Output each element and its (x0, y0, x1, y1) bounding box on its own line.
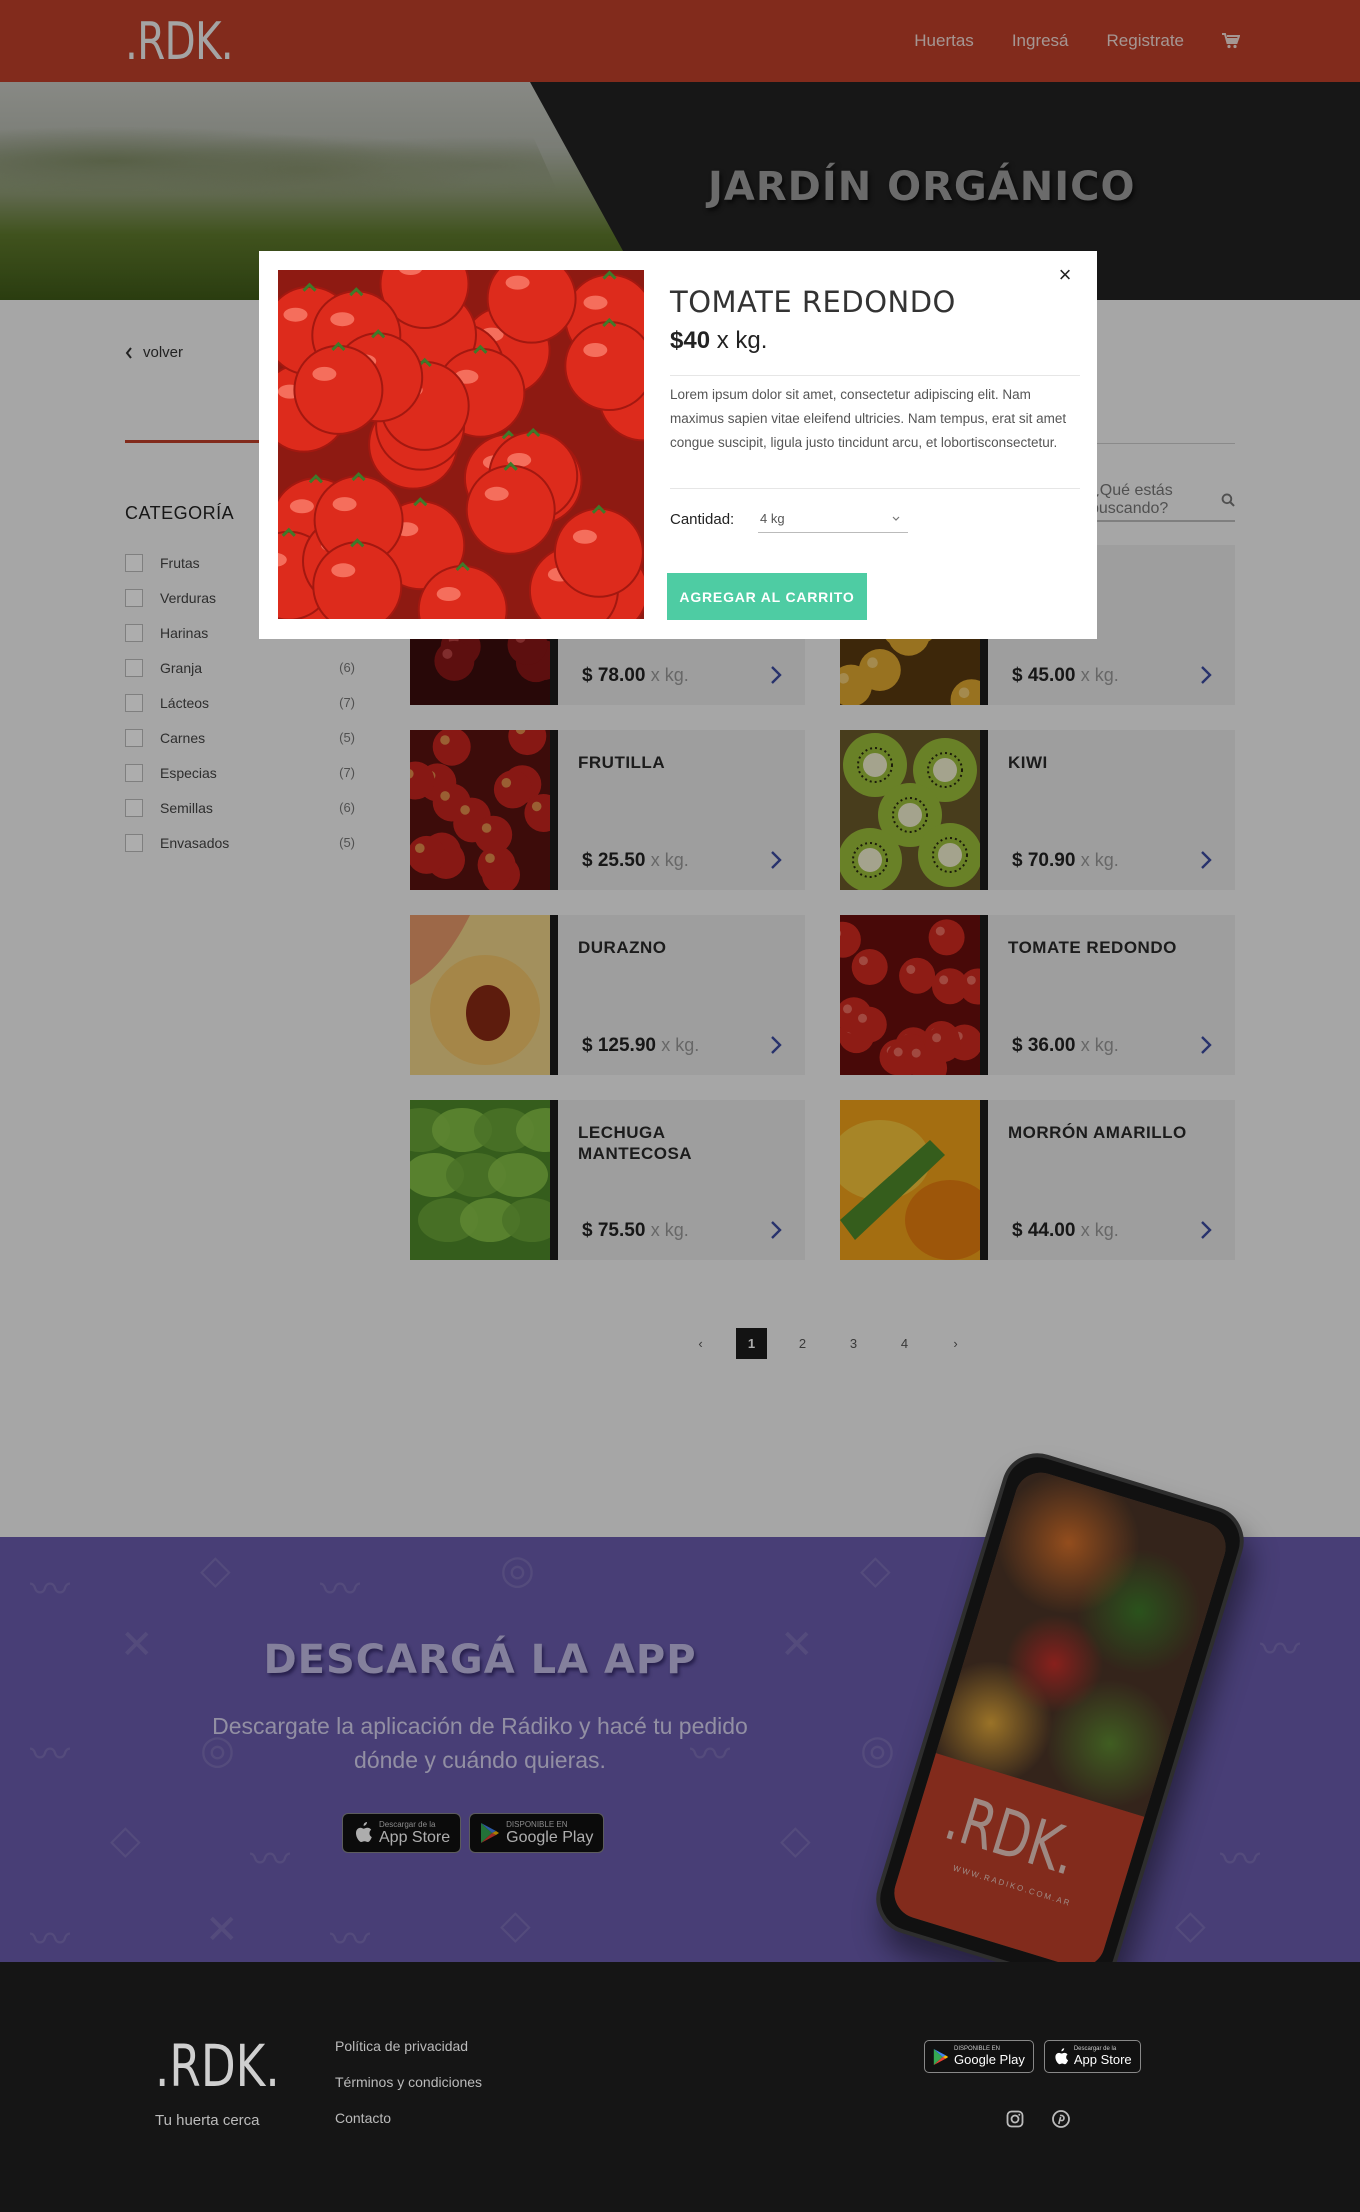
footer-store-buttons: DISPONIBLE EN Google Play Descargar de l… (924, 2040, 1141, 2073)
footer-appstore-button[interactable]: Descargar de la App Store (1043, 2040, 1141, 2073)
footer-tagline: Tu huerta cerca (155, 2112, 260, 2129)
quantity-value: 4 kg (760, 511, 785, 526)
modal-divider (670, 375, 1080, 376)
google-play-icon (933, 2048, 949, 2065)
modal-price-unit: x kg. (716, 327, 768, 354)
apple-icon (1055, 2047, 1068, 2064)
footer-googleplay-label: Google Play (954, 2052, 1025, 2067)
pinterest-icon[interactable] (1052, 2110, 1070, 2128)
modal-title: TOMATE REDONDO (670, 285, 956, 319)
footer: .RDK. Tu huerta cerca Política de privac… (0, 1962, 1360, 2212)
footer-logo[interactable]: .RDK. (155, 2032, 280, 2100)
footer-link-terms[interactable]: Términos y condiciones (335, 2074, 482, 2110)
footer-appstore-label: App Store (1073, 2052, 1132, 2067)
modal-description: Lorem ipsum dolor sit amet, consectetur … (670, 387, 1067, 450)
modal-price-value: $40 (670, 327, 711, 354)
footer-links: Política de privacidad Términos y condic… (335, 2038, 482, 2146)
chevron-down-icon (892, 516, 900, 521)
footer-link-contact[interactable]: Contacto (335, 2110, 482, 2146)
modal-product-image (278, 270, 644, 619)
instagram-icon[interactable] (1006, 2110, 1024, 2128)
footer-social (1006, 2110, 1070, 2128)
footer-link-privacy[interactable]: Política de privacidad (335, 2038, 482, 2074)
tomatoes-image (278, 270, 644, 619)
quantity-select[interactable]: 4 kg (758, 505, 908, 533)
modal-divider (670, 488, 1080, 489)
add-to-cart-button[interactable]: AGREGAR AL CARRITO (667, 573, 867, 620)
modal-price: $40 x kg. (670, 327, 767, 355)
product-modal: × TOMATE REDONDO $40 x kg. Lorem ipsum d… (259, 251, 1097, 639)
footer-googleplay-button[interactable]: DISPONIBLE EN Google Play (924, 2040, 1034, 2073)
quantity-label: Cantidad: (670, 511, 735, 528)
close-icon[interactable]: × (1053, 263, 1077, 287)
